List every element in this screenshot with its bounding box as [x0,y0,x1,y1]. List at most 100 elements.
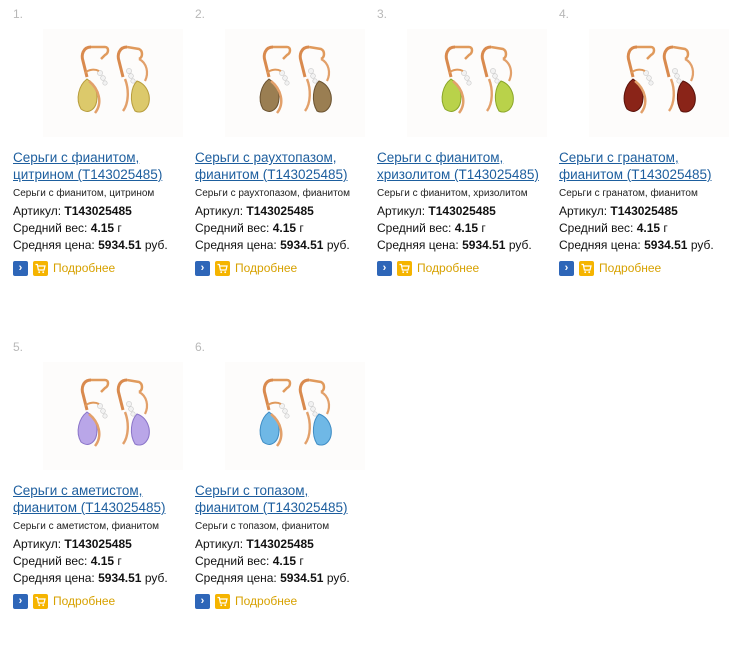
product-actions: › Подробнее [559,260,661,276]
earring-right [116,378,150,446]
article-value: T143025485 [246,537,314,551]
price-label: Средняя цена: [559,238,645,252]
product-image[interactable] [225,29,365,137]
price-value: 5934.51 [280,238,324,252]
cart-icon[interactable] [33,593,48,609]
more-details-link[interactable]: Подробнее [417,261,479,275]
weight-unit: г [299,554,304,568]
more-details-link[interactable]: Подробнее [53,594,115,608]
article-value: T143025485 [428,204,496,218]
weight-value: 4.15 [636,221,661,235]
product-number: 3. [377,7,388,21]
weight-unit: г [299,221,304,235]
article-value: T143025485 [246,204,314,218]
price-value: 5934.51 [644,238,688,252]
price-currency: руб. [326,571,350,585]
earring-left [77,378,110,447]
product-title-line1: Серьги с гранатом, [559,150,679,165]
product-description: Серьги с гранатом, фианитом [559,188,698,199]
product-title-link[interactable]: Серьги с фианитом, цитрином (T143025485) [13,149,198,183]
product-title-link[interactable]: Серьги с раухтопазом, фианитом (T1430254… [195,149,380,183]
product-number: 1. [13,7,24,21]
weight-unit: г [663,221,668,235]
weight-row: Средний вес: 4.15 г [13,221,122,235]
product-number: 6. [195,340,206,354]
product-image[interactable] [589,29,729,137]
product-title-line1: Серьги с фианитом, [377,150,504,165]
go-arrow-icon[interactable]: › [195,260,210,276]
more-details-link[interactable]: Подробнее [599,261,661,275]
weight-row: Средний вес: 4.15 г [377,221,486,235]
price-row: Средняя цена: 5934.51 руб. [195,238,350,252]
weight-unit: г [117,221,122,235]
product-title-link[interactable]: Серьги с фианитом, хризолитом (T14302548… [377,149,562,183]
product-image[interactable] [43,362,183,470]
go-arrow-icon[interactable]: › [377,260,392,276]
cart-icon[interactable] [215,260,230,276]
article-label: Артикул: [377,204,429,218]
price-row: Средняя цена: 5934.51 руб. [195,571,350,585]
cart-icon[interactable] [215,593,230,609]
product-description: Серьги с топазом, фианитом [195,521,330,532]
earring-left [441,45,474,114]
product-image[interactable] [225,362,365,470]
weight-value: 4.15 [454,221,479,235]
go-arrow-icon[interactable]: › [13,260,28,276]
article-label: Артикул: [195,537,247,551]
product-title-link[interactable]: Серьги с аметистом, фианитом (T143025485… [13,482,198,516]
weight-row: Средний вес: 4.15 г [559,221,668,235]
earring-right [662,45,696,113]
go-arrow-icon[interactable]: › [559,260,574,276]
weight-label: Средний вес: [13,554,91,568]
product-title-line2: хризолитом (T143025485) [377,167,539,182]
product-actions: › Подробнее [13,260,115,276]
price-row: Средняя цена: 5934.51 руб. [377,238,532,252]
cart-icon[interactable] [397,260,412,276]
product-actions: › Подробнее [195,593,297,609]
product-title-link[interactable]: Серьги с гранатом, фианитом (T143025485) [559,149,741,183]
product-title-line1: Серьги с раухтопазом, [195,150,337,165]
product-number: 5. [13,340,24,354]
weight-value: 4.15 [90,554,115,568]
product-actions: › Подробнее [195,260,297,276]
go-arrow-icon[interactable]: › [195,593,210,609]
article-label: Артикул: [195,204,247,218]
article-row: Артикул: T143025485 [377,204,496,218]
product-title-line2: фианитом (T143025485) [13,500,166,515]
weight-unit: г [117,554,122,568]
article-row: Артикул: T143025485 [13,537,132,551]
price-label: Средняя цена: [195,238,281,252]
more-details-link[interactable]: Подробнее [235,261,297,275]
weight-value: 4.15 [90,221,115,235]
article-label: Артикул: [559,204,611,218]
earring-right [116,45,150,113]
product-actions: › Подробнее [13,593,115,609]
price-value: 5934.51 [98,238,142,252]
more-details-link[interactable]: Подробнее [53,261,115,275]
earring-left [623,45,656,114]
product-number: 2. [195,7,206,21]
cart-icon[interactable] [33,260,48,276]
go-arrow-icon[interactable]: › [13,593,28,609]
price-value: 5934.51 [98,571,142,585]
price-currency: руб. [690,238,714,252]
article-label: Артикул: [13,204,65,218]
product-description: Серьги с раухтопазом, фианитом [195,188,350,199]
weight-label: Средний вес: [13,221,91,235]
product-title-line1: Серьги с фианитом, [13,150,140,165]
product-image[interactable] [43,29,183,137]
earring-right [298,45,332,113]
earring-right [298,378,332,446]
product-title-link[interactable]: Серьги с топазом, фианитом (T143025485) [195,482,380,516]
product-actions: › Подробнее [377,260,479,276]
article-value: T143025485 [64,204,132,218]
weight-row: Средний вес: 4.15 г [195,554,304,568]
article-row: Артикул: T143025485 [195,204,314,218]
price-currency: руб. [508,238,532,252]
product-title-line1: Серьги с топазом, [195,483,309,498]
weight-row: Средний вес: 4.15 г [195,221,304,235]
cart-icon[interactable] [579,260,594,276]
article-value: T143025485 [610,204,678,218]
more-details-link[interactable]: Подробнее [235,594,297,608]
product-image[interactable] [407,29,547,137]
